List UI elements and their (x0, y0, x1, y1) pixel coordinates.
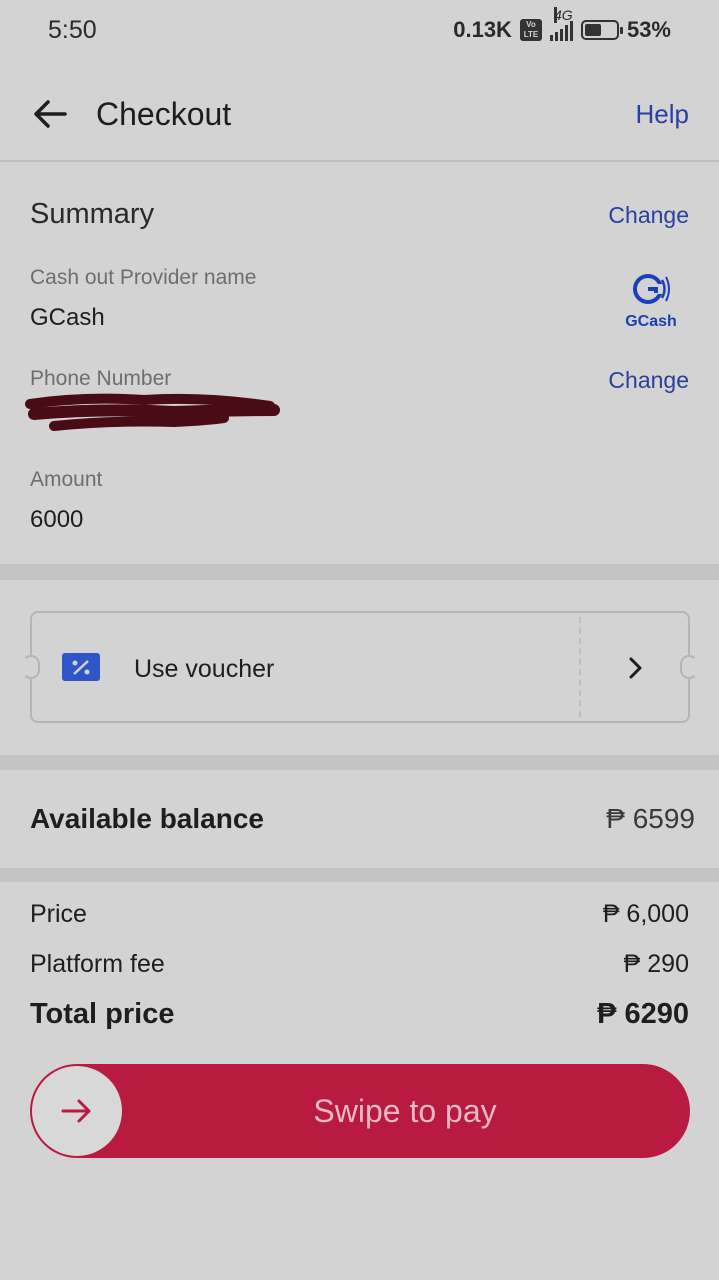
back-arrow-svg (34, 100, 67, 128)
use-voucher-button[interactable]: Use voucher (22, 611, 698, 723)
battery-percent: 53% (626, 17, 671, 42)
total-price-value: ₱ 6290 (597, 998, 689, 1030)
voucher-icon (62, 653, 100, 681)
battery-icon (580, 20, 623, 40)
swipe-label: Swipe to pay (313, 1093, 497, 1129)
price-breakdown: Price ₱ 6,000 Platform fee ₱ 290 Total p… (0, 884, 719, 1044)
ticket-notch-left (22, 655, 40, 679)
app-header: Checkout Help (0, 68, 719, 162)
total-price-label: Total price (30, 998, 175, 1030)
price-value: ₱ 6,000 (602, 900, 689, 928)
data-rate: 0.13K (453, 17, 512, 42)
swipe-handle[interactable] (32, 1066, 122, 1156)
summary-section: Summary Change Cash out Provider name GC… (0, 164, 719, 564)
amount-label: Amount (30, 468, 103, 491)
voucher-section: Use voucher (0, 580, 719, 755)
balance-value: ₱ 6599 (606, 803, 695, 834)
platform-fee-label: Platform fee (30, 950, 165, 978)
back-arrow-icon[interactable] (30, 94, 70, 134)
help-link[interactable]: Help (636, 99, 689, 130)
platform-fee-row: Platform fee ₱ 290 (30, 950, 689, 979)
voucher-label: Use voucher (134, 655, 275, 683)
chevron-right-icon (629, 657, 642, 679)
swipe-to-pay-slider[interactable]: Swipe to pay (30, 1064, 690, 1158)
change-phone-link[interactable]: Change (608, 367, 689, 394)
arrow-right-icon (61, 1099, 91, 1123)
price-row: Price ₱ 6,000 (30, 900, 689, 929)
status-icons: 0.13K Vo LTE 4G 53% (453, 7, 671, 43)
balance-section: Available balance ₱ 6599 (0, 770, 719, 868)
volte-icon: Vo LTE (519, 19, 542, 41)
provider-label: Cash out Provider name (30, 266, 257, 289)
gcash-logo-text: GCash (625, 313, 677, 330)
change-provider-link[interactable]: Change (608, 202, 689, 229)
provider-value: GCash (30, 304, 105, 331)
battery-fill (584, 24, 601, 36)
amount-value: 6000 (30, 506, 84, 533)
balance-label: Available balance (30, 803, 264, 834)
signal-icon: 4G (549, 7, 573, 41)
voucher-divider (579, 617, 581, 717)
total-price-row: Total price ₱ 6290 (30, 998, 689, 1031)
phone-label: Phone Number (30, 367, 172, 390)
section-divider (0, 564, 719, 580)
section-divider (0, 755, 719, 770)
price-label: Price (30, 900, 87, 928)
summary-title: Summary (30, 198, 155, 230)
section-divider (0, 868, 719, 882)
platform-fee-value: ₱ 290 (623, 950, 689, 978)
page-title: Checkout (96, 95, 232, 132)
status-bar: 5:50 0.13K Vo LTE 4G 53% (0, 0, 719, 60)
status-time: 5:50 (48, 15, 97, 44)
phone-redaction (25, 393, 280, 431)
network-type: 4G (553, 7, 573, 23)
ticket-notch-right (680, 655, 698, 679)
gcash-logo-icon (633, 274, 670, 304)
gcash-logo: GCash (619, 272, 683, 331)
